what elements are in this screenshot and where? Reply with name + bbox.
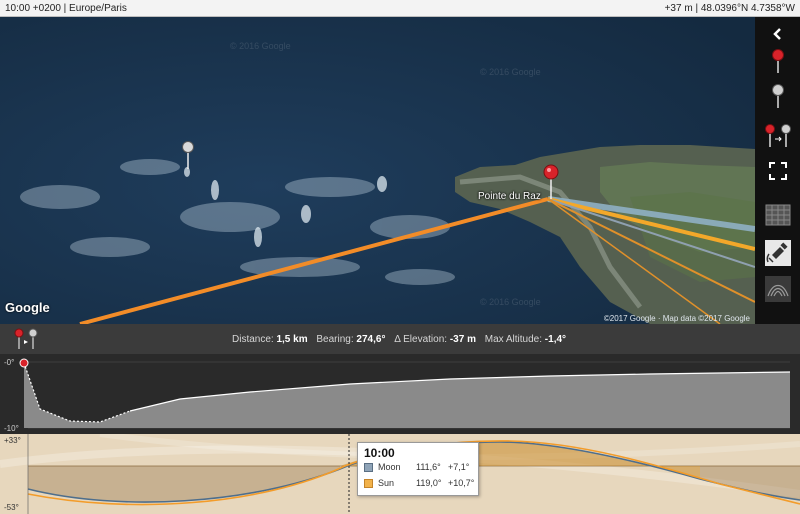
terrain-icon [764,276,791,302]
top-status-bar: 10:00 +0200 | Europe/Paris +37 m | 48.03… [0,0,800,17]
back-icon [772,28,781,40]
moon-azimuth: 111,6° [416,462,441,472]
map-copyright[interactable]: ©2017 Google · Map data ©2017 Google [604,314,750,323]
red-pin-button[interactable] [758,45,797,77]
satellite-map[interactable]: © 2016 Google © 2016 Google © 2016 Googl… [0,17,755,324]
elevation-value: -37 m [449,334,476,345]
map-watermark: © 2016 Google [230,41,291,51]
satellite-view-button[interactable] [758,237,797,269]
grey-pin-marker[interactable] [182,139,196,169]
elevation-axis-top: -0° [4,358,15,367]
time-zone-label: 10:00 +0200 | Europe/Paris [5,3,127,14]
map-type-button[interactable] [758,199,797,231]
sun-moon-axis-bottom: -53° [4,503,19,512]
map-watermark: © 2016 Google [480,297,541,307]
pin-selector-icon [14,328,38,349]
moon-row: Moon 111,6° +7,1° [364,462,476,474]
map-tools-sidebar [755,17,800,324]
elevation-label: Δ Elevation: [394,334,448,345]
google-logo[interactable]: Google [5,300,50,315]
elevation-axis-bottom: -10° [4,424,19,433]
grey-pin-icon [771,84,784,108]
measurement-info-bar: Distance: 1,5 km Bearing: 274,6° Δ Eleva… [0,324,800,354]
sun-swatch-icon [364,479,373,488]
grey-pin-button[interactable] [758,80,797,112]
elevation-profile-graphic [19,358,791,429]
distance-value: 1,5 km [276,334,308,345]
moon-swatch-icon [364,463,373,472]
moon-altitude: +7,1° [448,462,470,472]
distance-label: Distance: [232,334,274,345]
red-pin-icon [771,49,784,73]
satellite-icon [764,240,791,266]
elevation-profile-chart[interactable]: -0° -10° [0,354,800,434]
moon-label: Moon [378,462,401,472]
pin-selector-button[interactable] [12,328,40,350]
tooltip-time: 10:00 [364,446,395,460]
map-watermark: © 2016 Google [480,67,541,77]
bearing-value: 274,6° [356,334,386,345]
swap-pins-icon [764,124,791,147]
max-altitude-value: -1,4° [544,334,567,345]
fullscreen-icon [768,162,787,180]
red-pin-marker[interactable] [543,163,559,199]
max-altitude-label: Max Altitude: [484,334,543,345]
sun-moon-axis-top: +33° [4,436,21,445]
time-tooltip: 10:00 Moon 111,6° +7,1° Sun 119,0° +10,7… [357,442,479,496]
terrain-view-button[interactable] [758,273,797,305]
place-label: Pointe du Raz [478,191,541,202]
sun-label: Sun [378,478,395,488]
swap-pins-button[interactable] [758,120,797,152]
location-coordinates: +37 m | 48.0396°N 4.7358°W [664,3,795,14]
sun-row: Sun 119,0° +10,7° [364,478,476,490]
sun-altitude: +10,7° [448,478,475,488]
bearing-label: Bearing: [316,334,354,345]
sun-azimuth: 119,0° [416,478,442,488]
map-type-icon [765,204,790,226]
map-imagery [0,17,755,324]
fullscreen-button[interactable] [758,155,797,187]
